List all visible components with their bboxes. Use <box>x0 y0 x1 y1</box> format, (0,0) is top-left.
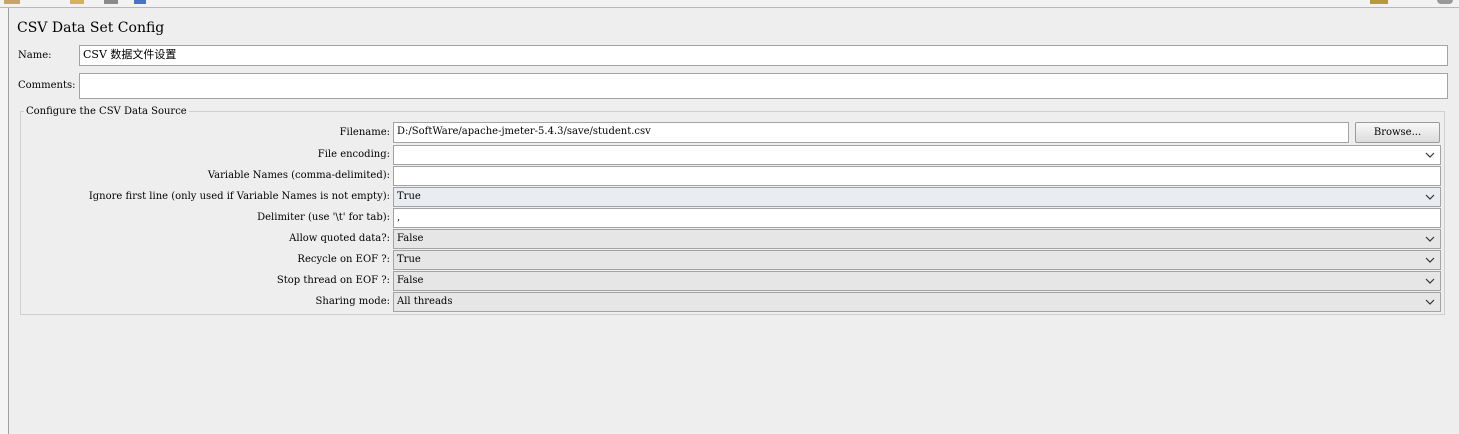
toolbar-icon-3[interactable] <box>104 0 118 4</box>
browse-button[interactable]: Browse... <box>1355 122 1440 143</box>
variable-names-field[interactable] <box>393 166 1441 186</box>
recycle-eof-combo[interactable]: True <box>393 250 1441 270</box>
sharing-mode-value: All threads <box>397 296 453 307</box>
tree-pane-edge <box>0 8 9 434</box>
comments-label: Comments: <box>18 80 76 91</box>
group-title: Configure the CSV Data Source <box>24 106 189 117</box>
chevron-down-icon[interactable] <box>1424 188 1436 206</box>
ignore-first-line-value: True <box>397 191 421 202</box>
sharing-mode-label: Sharing mode: <box>315 296 390 307</box>
variable-names-label: Variable Names (comma-delimited): <box>207 170 390 181</box>
ignore-first-line-label: Ignore first line (only used if Variable… <box>88 191 390 202</box>
toolbar-icon-5[interactable] <box>1370 0 1388 4</box>
ignore-first-line-combo[interactable]: True <box>393 187 1441 207</box>
recycle-eof-value: True <box>397 254 421 265</box>
chevron-down-icon[interactable] <box>1424 251 1436 269</box>
toolbar-strip <box>0 0 1459 8</box>
file-encoding-combo[interactable] <box>393 145 1441 165</box>
toolbar-icon-6[interactable] <box>1437 0 1453 4</box>
name-field[interactable]: CSV 数据文件设置 <box>79 45 1448 66</box>
delimiter-field[interactable]: , <box>393 208 1441 228</box>
stop-thread-eof-value: False <box>397 275 424 286</box>
chevron-down-icon[interactable] <box>1424 272 1436 290</box>
toolbar-icon-2[interactable] <box>70 0 84 4</box>
delimiter-label: Delimiter (use '\t' for tab): <box>257 212 390 223</box>
filename-field[interactable]: D:/SoftWare/apache-jmeter-5.4.3/save/stu… <box>393 122 1349 143</box>
stop-thread-eof-label: Stop thread on EOF ?: <box>276 275 390 286</box>
comments-field[interactable] <box>79 73 1448 99</box>
stop-thread-eof-combo[interactable]: False <box>393 271 1441 291</box>
toolbar-icon-1[interactable] <box>4 0 20 4</box>
name-label: Name: <box>18 50 52 61</box>
allow-quoted-label: Allow quoted data?: <box>289 233 390 244</box>
chevron-down-icon[interactable] <box>1424 293 1436 311</box>
file-encoding-label: File encoding: <box>317 149 390 160</box>
page-title: CSV Data Set Config <box>17 20 165 36</box>
sharing-mode-combo[interactable]: All threads <box>393 292 1441 312</box>
allow-quoted-value: False <box>397 233 424 244</box>
chevron-down-icon[interactable] <box>1424 146 1436 164</box>
chevron-down-icon[interactable] <box>1424 230 1436 248</box>
filename-label: Filename: <box>339 127 390 138</box>
recycle-eof-label: Recycle on EOF ?: <box>297 254 390 265</box>
toolbar-icon-4[interactable] <box>134 0 146 4</box>
allow-quoted-combo[interactable]: False <box>393 229 1441 249</box>
